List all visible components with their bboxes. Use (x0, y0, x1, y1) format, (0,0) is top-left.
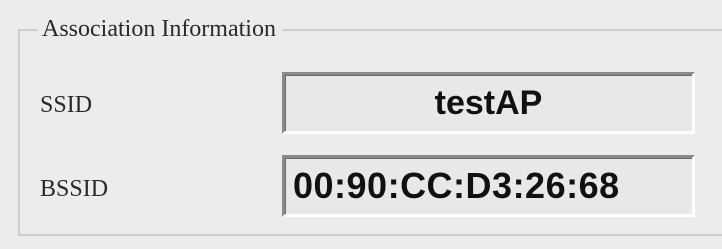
bssid-field: 00:90:CC:D3:26:68 (282, 155, 695, 217)
ssid-label: SSID (40, 92, 93, 118)
association-info-title: Association Information (38, 14, 282, 44)
bssid-value: 00:90:CC:D3:26:68 (293, 165, 620, 206)
bssid-label: BSSID (40, 176, 109, 202)
ssid-field: testAP (282, 72, 695, 134)
ssid-value: testAP (434, 83, 543, 122)
